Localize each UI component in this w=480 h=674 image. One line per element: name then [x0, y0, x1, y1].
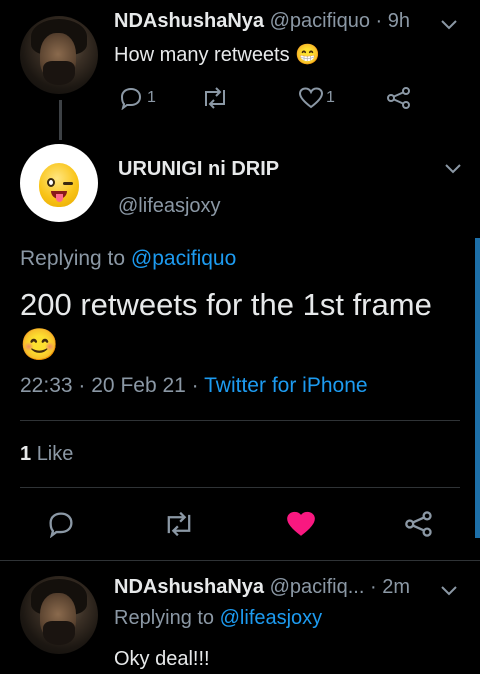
main-tweet-handle[interactable]: @lifeasjoxy — [118, 195, 221, 218]
tweet1-time[interactable]: 9h — [388, 10, 410, 32]
tweet1-header: NDAshushaNya @pacifiquo · 9h — [114, 10, 410, 33]
replying-prefix: Replying to — [20, 247, 126, 270]
tweet1-reply-button[interactable]: 1 — [118, 86, 156, 110]
tweet1-text-body: How many retweets — [114, 44, 290, 66]
share-icon — [405, 511, 432, 537]
tweet3-header: NDAshushaNya @pacifiq... · 2m — [114, 576, 410, 599]
share-icon — [387, 87, 410, 109]
tweet3-time[interactable]: 2m — [382, 576, 410, 598]
tweet1-chevron-down-icon[interactable] — [440, 18, 458, 36]
retweet-icon — [167, 511, 191, 537]
divider-bottom — [20, 487, 460, 488]
main-tweet-meta: 22:33 · 20 Feb 21 · Twitter for iPhone — [20, 374, 368, 398]
main-tweet-smile-emoji: 😊 — [20, 327, 59, 362]
main-tweet-display-name[interactable]: URUNIGI ni DRIP — [118, 158, 279, 181]
replying-to-handle-link[interactable]: @pacifiquo — [131, 247, 236, 270]
tweet1-reply-count: 1 — [147, 89, 156, 106]
tweet1-grin-emoji: 😁 — [295, 44, 321, 66]
main-tweet-text: 200 retweets for the 1st frame 😊 — [20, 285, 460, 365]
main-retweet-button[interactable] — [162, 510, 196, 538]
main-tweet-avatar[interactable] — [20, 144, 98, 222]
main-tweet-text-body: 200 retweets for the 1st frame — [20, 287, 432, 322]
likes-word: Like — [36, 443, 74, 465]
main-tweet-chevron-down-icon[interactable] — [444, 162, 462, 180]
main-tweet-replying-to: Replying to @pacifiquo — [20, 247, 236, 271]
main-reply-button[interactable] — [46, 510, 76, 538]
tweet3-chevron-down-icon[interactable] — [440, 584, 458, 602]
tweet1-handle[interactable]: @pacifiquo — [270, 10, 370, 32]
heart-filled-icon — [287, 511, 315, 536]
reply-icon — [120, 87, 142, 110]
main-tweet-time: 22:33 — [20, 374, 73, 397]
tweet3-separator: · — [369, 576, 377, 598]
main-share-button[interactable] — [404, 510, 434, 538]
winking-face-avatar-icon — [39, 163, 79, 207]
tweet3-replying-to-handle-link[interactable]: @lifeasjoxy — [220, 607, 323, 629]
meta-dot-1: · — [78, 374, 86, 397]
thread-connector — [59, 100, 62, 140]
tweet3-display-name[interactable]: NDAshushaNya — [114, 576, 264, 598]
tweet1-display-name[interactable]: NDAshushaNya — [114, 10, 264, 32]
likes-number: 1 — [20, 443, 32, 465]
divider-top — [20, 420, 460, 421]
tweet1-like-button[interactable]: 1 — [298, 86, 335, 110]
tweet3-replying-to: Replying to @lifeasjoxy — [114, 607, 322, 630]
tweet3-text: Oky deal!!! — [114, 648, 210, 670]
tweet3-replying-prefix: Replying to — [114, 607, 215, 629]
heart-icon — [298, 87, 324, 109]
tweet3-avatar[interactable] — [20, 576, 98, 654]
meta-dot-2: · — [191, 374, 199, 397]
tweet1-text: How many retweets 😁 — [114, 42, 320, 67]
tweet1-share-button[interactable] — [386, 86, 412, 110]
reply-icon — [49, 512, 73, 538]
retweet-icon — [205, 87, 225, 109]
tweet1-avatar[interactable] — [20, 16, 98, 94]
tweet-separator — [0, 560, 480, 561]
tweet1-retweet-button[interactable] — [200, 86, 230, 110]
tweet1-like-count: 1 — [326, 89, 335, 106]
tweet1-separator: · — [375, 10, 383, 32]
main-like-button[interactable] — [286, 510, 316, 538]
main-tweet-likes-count[interactable]: 1 Like — [20, 443, 73, 466]
main-tweet-source-link[interactable]: Twitter for iPhone — [204, 374, 367, 397]
main-tweet-date: 20 Feb 21 — [91, 374, 186, 397]
scrollbar[interactable] — [475, 238, 480, 538]
tweet3-handle[interactable]: @pacifiq... — [270, 576, 365, 598]
